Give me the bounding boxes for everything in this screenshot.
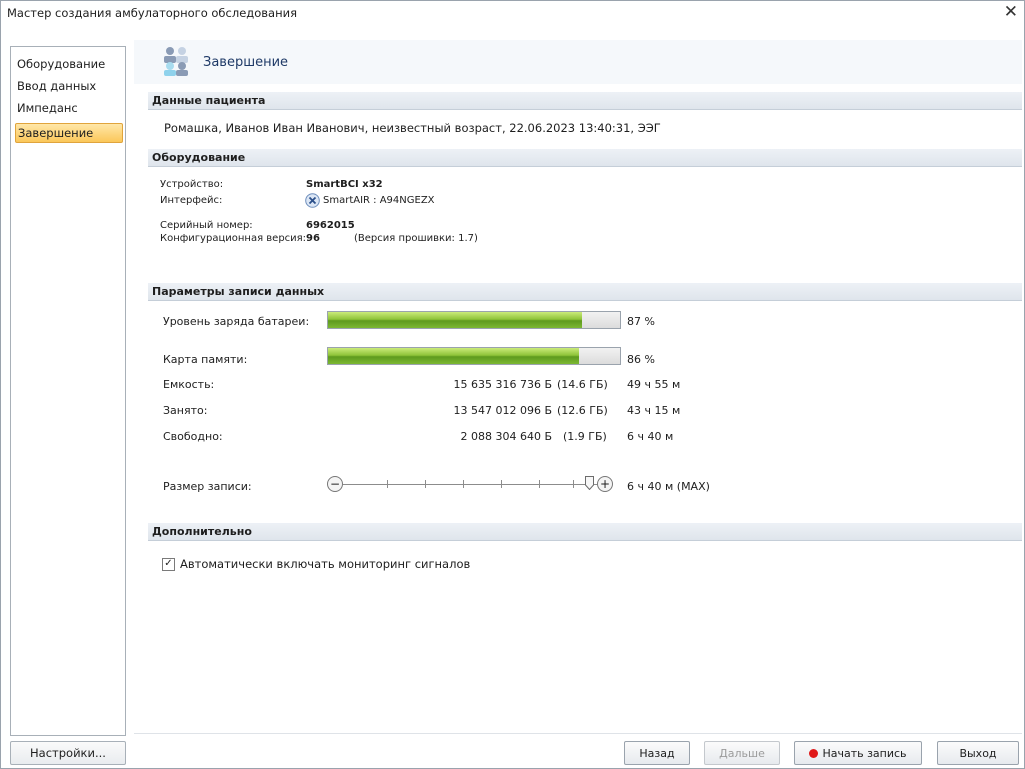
section-patient: Данные пациента	[148, 92, 1022, 110]
memory-label: Карта памяти:	[163, 353, 248, 366]
window-title: Мастер создания амбулаторного обследован…	[7, 6, 297, 20]
slider-tick	[501, 480, 502, 488]
section-equipment: Оборудование	[148, 149, 1022, 167]
free-time: 6 ч 40 м	[627, 430, 674, 443]
device-label: Устройство:	[160, 179, 224, 190]
serial-label: Серийный номер:	[160, 220, 253, 231]
close-icon[interactable]: ✕	[1004, 2, 1018, 22]
start-recording-label: Начать запись	[822, 747, 907, 760]
sidebar-item-equipment[interactable]: Оборудование	[15, 55, 121, 73]
memory-progress-bar	[327, 347, 621, 365]
interface-label: Интерфейс:	[160, 195, 223, 206]
users-icon	[164, 47, 188, 76]
battery-progress-bar	[327, 311, 621, 329]
record-size-label: Размер записи:	[163, 480, 252, 493]
capacity-bytes: 15 635 316 736 Б	[453, 378, 552, 391]
sidebar-item-data-input[interactable]: Ввод данных	[15, 77, 121, 95]
config-value: 96	[306, 233, 320, 244]
start-recording-button[interactable]: Начать запись	[794, 741, 922, 765]
wireless-icon	[305, 193, 320, 208]
wizard-steps-sidebar: Оборудование Ввод данных Импеданс Заверш…	[10, 46, 126, 736]
section-additional: Дополнительно	[148, 523, 1022, 541]
sidebar-item-impedance[interactable]: Импеданс	[15, 99, 121, 117]
slider-thumb[interactable]	[585, 476, 594, 490]
free-label: Свободно:	[163, 430, 223, 443]
slider-track[interactable]	[343, 484, 597, 485]
device-value: SmartBCI x32	[306, 179, 383, 190]
footer-divider	[134, 733, 1022, 734]
settings-button[interactable]: Настройки...	[10, 741, 126, 765]
slider-tick	[539, 480, 540, 488]
config-label: Конфигурационная версия:	[160, 233, 307, 244]
auto-monitoring-label[interactable]: Автоматически включать мониторинг сигнал…	[180, 557, 470, 571]
slider-minus-button[interactable]: −	[327, 476, 343, 492]
title-bar: Мастер создания амбулаторного обследован…	[1, 1, 1024, 25]
slider-plus-button[interactable]: +	[597, 476, 613, 492]
capacity-gb: (14.6 ГБ)	[557, 378, 608, 391]
free-gb: (1.9 ГБ)	[563, 430, 607, 443]
free-bytes: 2 088 304 640 Б	[460, 430, 552, 443]
capacity-label: Емкость:	[163, 378, 215, 391]
capacity-time: 49 ч 55 м	[627, 378, 681, 391]
record-icon	[809, 749, 819, 758]
battery-percent: 87 %	[627, 315, 655, 328]
slider-tick	[463, 480, 464, 488]
used-gb: (12.6 ГБ)	[557, 404, 608, 417]
serial-value: 6962015	[306, 220, 355, 231]
memory-progress-fill	[328, 348, 580, 364]
auto-monitoring-checkbox[interactable]: ✓	[162, 558, 175, 571]
exit-button[interactable]: Выход	[937, 741, 1019, 765]
next-button[interactable]: Дальше	[704, 741, 780, 765]
used-bytes: 13 547 012 096 Б	[453, 404, 552, 417]
battery-label: Уровень заряда батареи:	[163, 315, 310, 328]
firmware-text: (Версия прошивки: 1.7)	[354, 233, 478, 244]
record-size-value: 6 ч 40 м (MAX)	[627, 480, 710, 493]
back-button[interactable]: Назад	[624, 741, 690, 765]
slider-tick	[387, 480, 388, 488]
page-title: Завершение	[203, 55, 289, 70]
interface-value: SmartAIR : A94NGEZX	[323, 195, 435, 206]
main-panel: Завершение Данные пациента Ромашка, Иван…	[134, 40, 1022, 730]
page-header: Завершение	[134, 40, 1022, 84]
section-recording: Параметры записи данных	[148, 283, 1022, 301]
used-label: Занято:	[163, 404, 208, 417]
slider-tick	[573, 480, 574, 488]
memory-percent: 86 %	[627, 353, 655, 366]
record-size-slider[interactable]: − +	[327, 475, 617, 495]
used-time: 43 ч 15 м	[627, 404, 681, 417]
patient-summary: Ромашка, Иванов Иван Иванович, неизвестн…	[164, 121, 661, 135]
battery-progress-fill	[328, 312, 583, 328]
sidebar-item-finish[interactable]: Завершение	[15, 123, 123, 143]
slider-tick	[425, 480, 426, 488]
